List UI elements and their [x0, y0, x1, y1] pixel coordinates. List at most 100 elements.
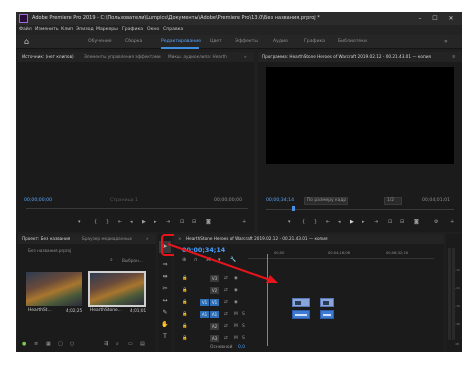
lock-icon[interactable]: 🔒 — [182, 299, 187, 306]
find-icon[interactable]: ⌕ — [116, 340, 119, 348]
go-to-in-icon[interactable]: ⇤ — [326, 218, 330, 226]
zoom-dropdown[interactable]: По размеру кадр — [304, 197, 348, 205]
lock-icon[interactable]: 🔒 — [182, 287, 187, 294]
icon-view-icon[interactable]: ▦ — [46, 340, 51, 348]
tab-graphics[interactable]: Графика — [304, 35, 325, 49]
tab-libraries[interactable]: Библиотеки — [338, 35, 367, 49]
tab-audio[interactable]: Аудио — [273, 35, 288, 49]
menu-help[interactable]: Справка — [163, 25, 183, 35]
mark-out-icon[interactable]: } — [314, 218, 317, 226]
step-back-icon[interactable]: ◂ — [338, 218, 341, 226]
export-frame-icon[interactable]: ◙ — [206, 218, 211, 226]
more-workspaces-button[interactable]: » — [444, 35, 448, 49]
track-target-a3[interactable]: A3 — [210, 335, 219, 342]
go-to-out-icon[interactable]: ⇥ — [374, 218, 378, 226]
sync-lock-icon[interactable]: ⇄ — [224, 311, 228, 318]
search-field[interactable]: Выбран... — [122, 258, 143, 263]
lock-icon[interactable]: 🔒 — [182, 323, 187, 330]
sync-lock-icon[interactable]: ⇄ — [224, 299, 228, 306]
minimize-button[interactable]: – — [414, 13, 426, 24]
timeline-timecode[interactable]: 00;00;34;14 — [182, 246, 225, 254]
source-patch-a1[interactable]: A1 — [200, 311, 209, 318]
go-to-out-icon[interactable]: ⇥ — [166, 218, 170, 226]
video-clip[interactable] — [320, 298, 334, 307]
track-select-tool-icon[interactable]: ⇒ — [160, 260, 170, 270]
freeform-view-icon[interactable]: ▢ — [58, 340, 63, 348]
search-icon[interactable]: ⌕ — [110, 256, 113, 264]
tab-effects[interactable]: Эффекты — [235, 35, 258, 49]
program-menu-icon[interactable]: ≡ — [452, 52, 456, 62]
close-sequence-icon[interactable]: × — [178, 234, 182, 244]
sync-lock-icon[interactable]: ⇄ — [224, 275, 228, 282]
menu-window[interactable]: Окно — [147, 25, 159, 35]
add-marker-icon[interactable]: ▾ — [288, 218, 291, 226]
time-ruler[interactable]: 00;00 00;04;16;08 00;08;32;16 — [248, 251, 434, 259]
pen-tool-icon[interactable]: ✎ — [160, 308, 170, 318]
settings-icon[interactable]: ⚙ — [434, 218, 438, 226]
eye-icon[interactable]: ◉ — [234, 287, 238, 294]
menu-file[interactable]: Файл — [19, 25, 32, 35]
solo-button[interactable]: S — [242, 311, 245, 318]
play-icon[interactable]: ▶ — [350, 218, 354, 226]
mark-out-icon[interactable]: } — [106, 218, 109, 226]
snap-icon[interactable]: ∩ — [194, 256, 198, 264]
ripple-edit-tool-icon[interactable]: ⇹ — [160, 272, 170, 282]
solo-button[interactable]: S — [242, 335, 245, 342]
step-forward-icon[interactable]: ▸ — [154, 218, 157, 226]
tab-color[interactable]: Цвет — [210, 35, 222, 49]
program-playhead[interactable] — [292, 206, 295, 211]
tab-program[interactable]: Программа: HearthStone Heroes of Warcraf… — [262, 52, 431, 62]
source-timecode[interactable]: 00;00;00;00 — [24, 198, 52, 203]
track-target-v3[interactable]: V3 — [210, 275, 219, 282]
insert-icon[interactable]: ⊡ — [180, 218, 184, 226]
track-target-a2[interactable]: A2 — [210, 323, 219, 330]
add-button-icon[interactable]: + — [242, 218, 246, 226]
lock-icon[interactable]: 🔒 — [182, 335, 187, 342]
automate-icon[interactable]: ⇶ — [104, 340, 108, 348]
add-marker-icon[interactable]: ▾ — [218, 256, 221, 264]
sync-lock-icon[interactable]: ⇄ — [224, 335, 228, 342]
zoom-slider-icon[interactable]: ○ — [70, 340, 74, 348]
slip-tool-icon[interactable]: ↔ — [160, 296, 170, 306]
source-patch-v1[interactable]: V1 — [200, 299, 209, 306]
lock-icon[interactable]: 🔒 — [182, 311, 187, 318]
video-clip[interactable] — [292, 298, 310, 307]
tab-sequence[interactable]: HearthStone Heroes of Warcraft 2019.02.1… — [186, 234, 328, 244]
track-target-v1[interactable]: V1 — [210, 299, 219, 306]
more-tabs-button[interactable]: » — [244, 52, 247, 62]
list-view-icon[interactable]: ≡ — [34, 340, 38, 348]
tab-source[interactable]: Источник: (нет клипов) — [22, 52, 74, 62]
tab-project[interactable]: Проект: Без названия — [22, 234, 70, 244]
source-scrub-bar[interactable] — [26, 208, 248, 209]
menu-markers[interactable]: Маркеры — [96, 25, 118, 35]
menu-clip[interactable]: Клип — [61, 25, 73, 35]
sync-lock-icon[interactable]: ⇄ — [224, 323, 228, 330]
more-tabs-button[interactable]: » — [146, 234, 149, 244]
audio-clip[interactable] — [320, 310, 334, 319]
close-button[interactable]: ✕ — [445, 13, 457, 24]
extract-icon[interactable]: ⊟ — [400, 218, 404, 226]
add-marker-icon[interactable]: ▾ — [78, 218, 81, 226]
mark-in-icon[interactable]: { — [94, 218, 97, 226]
mute-button[interactable]: M — [234, 335, 238, 342]
play-icon[interactable]: ▶ — [142, 218, 146, 226]
resolution-dropdown[interactable]: 1/2 — [384, 197, 402, 205]
maximize-button[interactable]: ☐ — [429, 13, 441, 24]
type-tool-icon[interactable]: T — [160, 332, 170, 342]
lock-icon[interactable]: ● — [22, 340, 26, 348]
eye-icon[interactable]: ◉ — [234, 275, 238, 282]
new-item-icon[interactable]: ▤ — [140, 340, 145, 348]
eye-icon[interactable]: ◉ — [234, 299, 238, 306]
timeline-playhead-line[interactable] — [267, 254, 268, 346]
export-frame-icon[interactable]: ◙ — [414, 218, 419, 226]
sync-lock-icon[interactable]: ⇄ — [224, 287, 228, 294]
program-timecode[interactable]: 00;00;34;14 — [266, 198, 294, 203]
hand-tool-icon[interactable]: ✋ — [160, 320, 170, 330]
menu-edit[interactable]: Изменить — [35, 25, 59, 35]
tab-assembly[interactable]: Сборка — [125, 35, 142, 49]
audio-clip[interactable] — [292, 310, 310, 319]
overwrite-icon[interactable]: ⊟ — [192, 218, 196, 226]
lift-icon[interactable]: ⊡ — [388, 218, 392, 226]
tab-effect-controls[interactable]: Элементы управления эффектами — [84, 52, 161, 62]
mark-in-icon[interactable]: { — [302, 218, 305, 226]
